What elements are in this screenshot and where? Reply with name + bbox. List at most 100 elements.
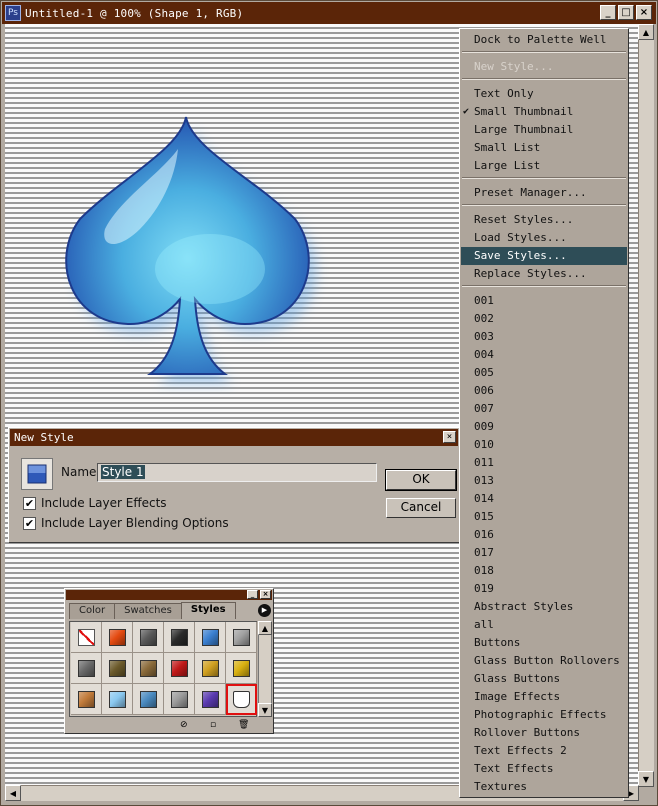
- menu-item[interactable]: Rollover Buttons: [461, 724, 627, 742]
- menu-item[interactable]: 017: [461, 544, 627, 562]
- gray-square-icon: [232, 628, 250, 646]
- style-swatch[interactable]: [164, 622, 195, 653]
- style-swatch[interactable]: [71, 653, 102, 684]
- menu-item[interactable]: all: [461, 616, 627, 634]
- palette-scroll-down-icon[interactable]: ▼: [258, 703, 272, 717]
- style-swatch[interactable]: [164, 684, 195, 715]
- close-button[interactable]: ×: [636, 5, 652, 20]
- menu-item: New Style...: [461, 58, 627, 76]
- palette-scroll-up-icon[interactable]: ▲: [258, 621, 272, 635]
- menu-item[interactable]: Glass Button Rollovers: [461, 652, 627, 670]
- style-swatch[interactable]: [71, 684, 102, 715]
- menu-item[interactable]: Photographic Effects: [461, 706, 627, 724]
- palette-titlebar[interactable]: [66, 590, 272, 600]
- sun-burst-icon: [108, 628, 126, 646]
- menu-item[interactable]: Text Effects: [461, 760, 627, 778]
- new-style-icon[interactable]: ▫: [210, 720, 216, 730]
- palette-minimize-button[interactable]: _: [247, 590, 258, 599]
- menu-item[interactable]: 011: [461, 454, 627, 472]
- menu-item-label: Rollover Buttons: [474, 726, 580, 739]
- scroll-up-arrow-icon[interactable]: ▲: [638, 24, 654, 40]
- menu-item[interactable]: Reset Styles...: [461, 211, 627, 229]
- menu-item-label: Preset Manager...: [474, 186, 587, 199]
- scroll-left-arrow-icon[interactable]: ◀: [5, 785, 21, 801]
- menu-item[interactable]: 004: [461, 346, 627, 364]
- menu-item[interactable]: 018: [461, 562, 627, 580]
- cancel-button[interactable]: Cancel: [386, 498, 456, 518]
- style-swatch[interactable]: [195, 622, 226, 653]
- menu-item-label: 018: [474, 564, 494, 577]
- palette-close-button[interactable]: ×: [260, 590, 271, 599]
- palette-scrollbar[interactable]: ▲ ▼: [258, 621, 272, 717]
- menu-item-label: 006: [474, 384, 494, 397]
- menu-item[interactable]: 009: [461, 418, 627, 436]
- clear-style-icon[interactable]: ⊘: [180, 720, 188, 730]
- menu-item[interactable]: Save Styles...: [461, 247, 627, 265]
- scroll-down-arrow-icon[interactable]: ▼: [638, 771, 654, 787]
- vertical-scrollbar[interactable]: ▲ ▼: [638, 24, 654, 787]
- dialog-close-button[interactable]: ×: [443, 431, 456, 443]
- tab-swatches[interactable]: Swatches: [114, 603, 182, 619]
- include-layer-effects-checkbox[interactable]: ✔: [23, 497, 36, 510]
- style-swatch[interactable]: [226, 622, 257, 653]
- style-swatch[interactable]: [195, 684, 226, 715]
- window-titlebar[interactable]: Ps Untitled-1 @ 100% (Shape 1, RGB) _ □ …: [2, 2, 656, 24]
- minimize-button[interactable]: _: [600, 5, 616, 20]
- menu-item[interactable]: Replace Styles...: [461, 265, 627, 283]
- maximize-button[interactable]: □: [618, 5, 634, 20]
- dialog-titlebar[interactable]: New Style ×: [10, 429, 458, 446]
- menu-item-label: Large List: [474, 159, 541, 172]
- menu-separator: [462, 285, 626, 287]
- palette-menu-arrow-icon[interactable]: ▶: [258, 604, 271, 617]
- style-swatch[interactable]: [133, 622, 164, 653]
- menu-item[interactable]: Load Styles...: [461, 229, 627, 247]
- style-swatch[interactable]: [71, 622, 102, 653]
- menu-item[interactable]: ✔ Small Thumbnail: [461, 103, 627, 121]
- style-swatch[interactable]: [102, 684, 133, 715]
- style-preview-icon: [27, 464, 47, 484]
- menu-item[interactable]: Large Thumbnail: [461, 121, 627, 139]
- style-swatch[interactable]: [164, 653, 195, 684]
- tab-color[interactable]: Color: [69, 603, 116, 619]
- menu-item[interactable]: Text Only: [461, 85, 627, 103]
- trash-icon[interactable]: 🗑: [238, 720, 249, 730]
- menu-item[interactable]: Dock to Palette Well: [461, 31, 627, 49]
- menu-item[interactable]: 010: [461, 436, 627, 454]
- menu-item[interactable]: 015: [461, 508, 627, 526]
- menu-item[interactable]: Glass Buttons: [461, 670, 627, 688]
- menu-item[interactable]: 003: [461, 328, 627, 346]
- style-swatch[interactable]: [226, 653, 257, 684]
- menu-item[interactable]: Image Effects: [461, 688, 627, 706]
- blue-bevel-icon: [201, 628, 219, 646]
- tab-styles[interactable]: Styles: [180, 602, 236, 619]
- menu-item[interactable]: Text Effects 2: [461, 742, 627, 760]
- style-swatch[interactable]: [133, 653, 164, 684]
- menu-item[interactable]: 016: [461, 526, 627, 544]
- ok-button[interactable]: OK: [385, 469, 457, 491]
- menu-item[interactable]: 019: [461, 580, 627, 598]
- style-swatch[interactable]: [133, 684, 164, 715]
- style-swatch[interactable]: [226, 684, 257, 715]
- menu-item[interactable]: 013: [461, 472, 627, 490]
- menu-item[interactable]: 007: [461, 400, 627, 418]
- menu-item[interactable]: Small List: [461, 139, 627, 157]
- menu-item[interactable]: Textures: [461, 778, 627, 796]
- menu-item[interactable]: 001: [461, 292, 627, 310]
- style-swatch[interactable]: [102, 653, 133, 684]
- menu-item[interactable]: Abstract Styles: [461, 598, 627, 616]
- style-swatch[interactable]: [195, 653, 226, 684]
- menu-item-label: Photographic Effects: [474, 708, 607, 721]
- menu-item[interactable]: 006: [461, 382, 627, 400]
- menu-item[interactable]: 014: [461, 490, 627, 508]
- menu-item[interactable]: Preset Manager...: [461, 184, 627, 202]
- copper-icon: [77, 690, 95, 708]
- menu-item[interactable]: 002: [461, 310, 627, 328]
- style-name-input[interactable]: Style 1: [97, 463, 377, 482]
- style-swatch[interactable]: [102, 622, 133, 653]
- menu-item-label: Textures: [474, 780, 527, 793]
- menu-item[interactable]: 005: [461, 364, 627, 382]
- menu-item-label: 010: [474, 438, 494, 451]
- include-blending-options-checkbox[interactable]: ✔: [23, 517, 36, 530]
- menu-item[interactable]: Large List: [461, 157, 627, 175]
- menu-item[interactable]: Buttons: [461, 634, 627, 652]
